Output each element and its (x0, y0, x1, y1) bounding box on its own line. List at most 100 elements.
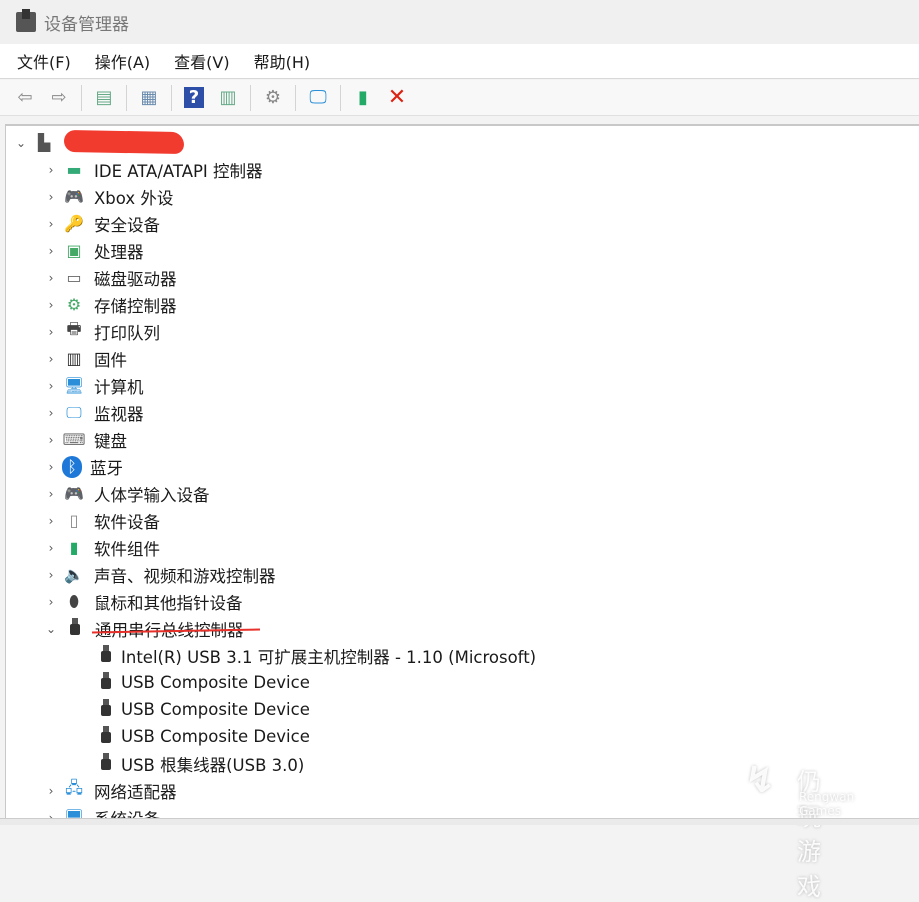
software-device-icon: ▯ (69, 511, 79, 530)
device-item[interactable]: USB Composite Device (101, 696, 310, 723)
device-label: USB Composite Device (121, 673, 310, 692)
menu-item[interactable]: 帮助(H) (254, 49, 311, 73)
category-label: 蓝牙 (90, 458, 123, 478)
show-hide-console-tree-button[interactable]: ▤ (91, 85, 117, 111)
watermark-cn: 仍玩游戏 (797, 768, 821, 901)
tree-category[interactable]: › 🎮 人体学输入设备 (44, 480, 210, 507)
usb-icon (70, 617, 80, 640)
tree-category[interactable]: › ▯ 软件设备 (44, 507, 160, 534)
chevron-right-icon[interactable]: › (44, 487, 58, 501)
category-label: Xbox 外设 (94, 188, 174, 208)
tree-category[interactable]: › ⌨ 键盘 (44, 426, 127, 453)
chevron-right-icon[interactable]: › (44, 541, 58, 555)
tree-category[interactable]: › 🖧 网络适配器 (44, 777, 177, 804)
device-item[interactable]: USB Composite Device (101, 723, 310, 750)
device-label: Intel(R) USB 3.1 可扩展主机控制器 - 1.10 (Micros… (121, 647, 537, 667)
help-icon: ? (183, 87, 205, 108)
software-component-icon: ▮ (69, 538, 79, 557)
forward-arrow-icon: ⇨ (51, 87, 67, 108)
tree-category[interactable]: › 🖥 计算机 (44, 372, 144, 399)
tree-category[interactable]: › 🖵 监视器 (44, 399, 144, 426)
device-item[interactable]: USB 根集线器(USB 3.0) (101, 750, 304, 777)
chevron-right-icon[interactable]: › (44, 406, 58, 420)
tree-category[interactable]: › ⬮ 鼠标和其他指针设备 (44, 588, 243, 615)
usb-icon (101, 671, 111, 694)
tree-category[interactable]: › ▮ 软件组件 (44, 534, 160, 561)
menu-item[interactable]: 操作(A) (95, 49, 150, 73)
chevron-right-icon[interactable]: › (44, 217, 58, 231)
device-item[interactable]: Intel(R) USB 3.1 可扩展主机控制器 - 1.10 (Micros… (101, 642, 536, 669)
update-driver-icon: ⚙ (264, 87, 282, 108)
chevron-right-icon[interactable]: › (44, 784, 58, 798)
help-button[interactable]: ? (181, 85, 207, 111)
monitor-icon: 🖵 (66, 402, 82, 422)
hid-icon: 🎮 (64, 484, 84, 503)
chevron-right-icon[interactable]: › (44, 271, 58, 285)
tree-category[interactable]: › ▬ IDE ATA/ATAPI 控制器 (44, 156, 263, 183)
toolbar-separator (126, 84, 127, 111)
chevron-right-icon[interactable]: › (44, 190, 58, 204)
chevron-right-icon[interactable]: › (44, 379, 58, 393)
chevron-right-icon[interactable]: › (44, 433, 58, 447)
enable-device-button[interactable]: ▮ (350, 85, 376, 111)
chevron-down-icon[interactable]: ⌄ (14, 136, 28, 150)
menu-item[interactable]: 查看(V) (174, 49, 229, 73)
action-pane-button[interactable]: ▥ (215, 85, 241, 111)
tree-category[interactable]: › ⚙ 存储控制器 (44, 291, 177, 318)
chevron-right-icon[interactable]: › (44, 163, 58, 177)
device-label: USB Composite Device (121, 700, 310, 719)
category-label: 鼠标和其他指针设备 (94, 593, 243, 613)
disk-drive-icon: ▭ (66, 268, 82, 287)
chevron-right-icon[interactable]: › (44, 568, 58, 582)
tree-category[interactable]: › 🔈 声音、视频和游戏控制器 (44, 561, 276, 588)
tree-category[interactable]: › 🖶 打印队列 (44, 318, 160, 345)
chevron-right-icon[interactable]: › (44, 325, 58, 339)
chevron-right-icon[interactable]: › (44, 514, 58, 528)
update-driver-button[interactable]: ⚙ (260, 85, 286, 111)
firmware-icon: ▥ (66, 349, 82, 368)
chevron-right-icon[interactable]: › (44, 595, 58, 609)
scan-hardware-icon: 🖵 (309, 87, 327, 108)
properties-icon: ▦ (140, 87, 158, 108)
bluetooth-icon: ᛒ (62, 455, 82, 478)
device-tree[interactable]: ⌄ ▙ › ▬ IDE ATA/ATAPI 控制器 › 🎮 Xbox 外设 › 🔑 安全设备 › ▣… (5, 124, 919, 825)
tree-category[interactable]: › 🎮 Xbox 外设 (44, 183, 174, 210)
printer-icon: 🖶 (66, 319, 82, 338)
toolbar-separator (171, 84, 172, 111)
device-item[interactable]: USB Composite Device (101, 669, 310, 696)
back-arrow-button[interactable]: ⇦ (12, 85, 38, 111)
scan-hardware-button[interactable]: 🖵 (305, 85, 331, 111)
menu-item[interactable]: 文件(F) (17, 49, 71, 73)
tree-category[interactable]: › ▣ 处理器 (44, 237, 144, 264)
device-label: USB 根集线器(USB 3.0) (121, 755, 305, 775)
show-hide-console-tree-icon: ▤ (95, 87, 113, 108)
properties-button[interactable]: ▦ (136, 85, 162, 111)
tree-category[interactable]: › ▭ 磁盘驱动器 (44, 264, 177, 291)
chevron-down-icon[interactable]: ⌄ (44, 622, 58, 636)
action-pane-icon: ▥ (219, 87, 237, 108)
toolbar: ⇦ ⇨ ▤ ▦? ▥ ⚙ 🖵 ▮ ✕ (0, 80, 919, 116)
computer-icon: 🖥 (63, 376, 85, 395)
tree-category[interactable]: › ▥ 固件 (44, 345, 127, 372)
chevron-right-icon[interactable]: › (44, 244, 58, 258)
category-label: 监视器 (94, 404, 144, 424)
usb-icon (101, 698, 111, 721)
watermark-en: Rengwan Games (799, 790, 855, 818)
security-device-icon: 🔑 (64, 214, 84, 233)
toolbar-separator (295, 84, 296, 111)
uninstall-button[interactable]: ✕ (384, 85, 410, 111)
category-label: IDE ATA/ATAPI 控制器 (94, 161, 263, 181)
tree-root[interactable]: ⌄ ▙ (14, 129, 64, 156)
tree-category[interactable]: › 🔑 安全设备 (44, 210, 160, 237)
device-manager-icon (16, 9, 36, 32)
menu-bar: 文件(F) 操作(A) 查看(V) 帮助(H) (0, 44, 919, 79)
category-label: 软件设备 (94, 512, 160, 532)
chevron-right-icon[interactable]: › (44, 298, 58, 312)
chevron-right-icon[interactable]: › (44, 460, 58, 474)
status-bar (0, 818, 919, 825)
chevron-right-icon[interactable]: › (44, 352, 58, 366)
forward-arrow-button[interactable]: ⇨ (46, 85, 72, 111)
tree-category[interactable]: › ᛒ 蓝牙 (44, 453, 123, 480)
window-title: 设备管理器 (44, 14, 129, 35)
toolbar-separator (250, 84, 251, 111)
